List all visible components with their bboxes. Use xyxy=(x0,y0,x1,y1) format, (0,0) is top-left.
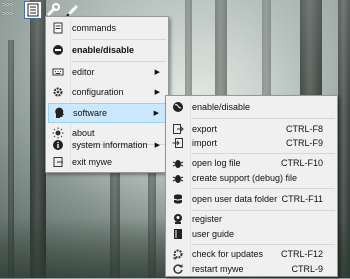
database-icon xyxy=(168,193,188,205)
submenu-item-label: restart mywe xyxy=(192,264,244,274)
document-icon xyxy=(48,22,68,34)
globe-icon xyxy=(168,101,188,113)
menu-item-software[interactable]: software ▶ xyxy=(48,103,166,123)
submenu-item-label: import xyxy=(192,138,218,148)
menu-item-editor[interactable]: editor ▶ xyxy=(48,62,166,82)
submenu-arrow-icon: ▶ xyxy=(154,89,160,96)
keyboard-icon xyxy=(48,66,68,78)
software-submenu: enable/disable export CTRL-F8 import CTR… xyxy=(165,95,338,277)
submenu-item-label: create support (debug) file xyxy=(192,173,298,183)
submenu-arrow-icon: ▶ xyxy=(154,69,160,76)
gear-icon xyxy=(48,86,68,98)
stop-icon xyxy=(48,44,68,56)
submenu-item-label: check for updates xyxy=(192,249,264,259)
shortcut-label: CTRL-F12 xyxy=(280,249,323,259)
head-icon xyxy=(49,107,69,119)
menu-item-label: system information xyxy=(72,140,148,150)
shortcut-label: CTRL-F9 xyxy=(285,138,323,148)
submenu-item-label: user guide xyxy=(192,229,235,239)
menu-item-label: configuration xyxy=(72,87,124,97)
menu-item-label: editor xyxy=(72,67,95,77)
submenu-item-user-guide[interactable]: user guide xyxy=(168,224,335,244)
menu-item-label: exit mywe xyxy=(72,157,113,167)
submenu-item-label: enable/disable xyxy=(192,102,251,112)
shortcut-label: CTRL-F10 xyxy=(280,158,323,168)
toolbar-prompt: >>> xyxy=(2,11,13,18)
menu-item-commands[interactable]: commands xyxy=(48,18,166,38)
menu-item-configuration[interactable]: configuration ▶ xyxy=(48,82,166,102)
submenu-item-restart-mywe[interactable]: restart mywe CTRL-9 xyxy=(168,259,335,279)
restart-icon xyxy=(168,263,188,275)
submenu-item-label: open user data folder xyxy=(192,194,278,204)
submenu-item-import[interactable]: import CTRL-F9 xyxy=(168,133,335,153)
submenu-item-label: register xyxy=(192,214,223,224)
submenu-item-enable-disable[interactable]: enable/disable xyxy=(168,97,335,117)
main-context-menu: commands enable/disable editor ▶ configu… xyxy=(45,16,169,173)
bug-icon xyxy=(168,172,188,184)
shortcut-label: CTRL-9 xyxy=(291,264,323,274)
shortcut-label: CTRL-F11 xyxy=(281,194,323,204)
book-icon xyxy=(168,228,188,240)
submenu-item-create-support-file[interactable]: create support (debug) file xyxy=(168,168,335,188)
menu-item-enable-disable[interactable]: enable/disable xyxy=(48,40,166,60)
menu-item-exit-mywe[interactable]: exit mywe xyxy=(48,152,166,172)
submenu-item-label: open log file xyxy=(192,158,241,168)
menu-item-label: software xyxy=(73,108,108,118)
menu-item-label: enable/disable xyxy=(72,45,135,55)
submenu-arrow-icon: ▶ xyxy=(153,110,159,117)
submenu-item-open-user-data-folder[interactable]: open user data folder CTRL-F11 xyxy=(168,189,335,209)
exit-icon xyxy=(48,156,68,168)
toolbar-prompt: >>> xyxy=(2,2,13,9)
menu-item-label: commands xyxy=(72,23,117,33)
info-icon xyxy=(48,139,68,151)
submenu-arrow-icon: ▶ xyxy=(154,142,160,149)
import-icon xyxy=(168,137,188,149)
document-list-icon[interactable] xyxy=(24,1,42,19)
